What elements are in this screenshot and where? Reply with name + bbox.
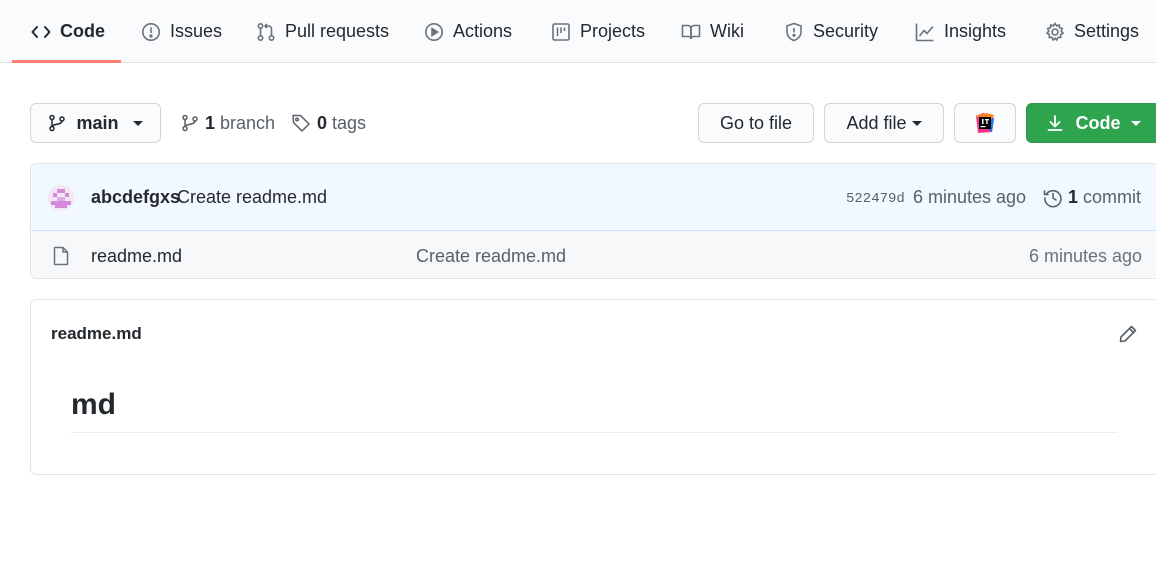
- tag-count: 0: [317, 112, 328, 133]
- file-time: 6 minutes ago: [1029, 246, 1143, 266]
- caret-down-icon: [1130, 120, 1141, 126]
- commit-history-link[interactable]: 1 commit: [1043, 187, 1141, 208]
- branch-count: 1: [205, 112, 216, 133]
- tab-code-label: Code: [60, 21, 105, 41]
- commit-message[interactable]: Create readme.md: [177, 187, 327, 208]
- commit-sha[interactable]: 522479d: [846, 191, 905, 207]
- file-name[interactable]: readme.md: [91, 246, 182, 267]
- commit-count: 1: [1068, 187, 1079, 207]
- latest-commit-row: abcdefgxs Create readme.md 522479d 6 min…: [31, 164, 1156, 231]
- tab-actions-label: Actions: [453, 21, 513, 41]
- code-clone-button[interactable]: Code: [1026, 103, 1156, 143]
- gear-icon: [1045, 21, 1065, 42]
- play-icon: [424, 22, 444, 42]
- readme-heading: md: [71, 388, 116, 421]
- tab-issues-label: Issues: [170, 21, 223, 41]
- tab-pull-requests[interactable]: Pull requests: [256, 0, 389, 63]
- tab-security[interactable]: Security: [784, 0, 878, 63]
- pencil-icon[interactable]: [1118, 324, 1138, 344]
- code-icon: [31, 22, 51, 42]
- history-icon: [1043, 188, 1063, 208]
- download-icon: [1046, 114, 1064, 132]
- tab-projects[interactable]: Projects: [551, 0, 645, 63]
- shield-icon: [784, 22, 804, 42]
- add-file-button[interactable]: Add file: [824, 103, 944, 143]
- git-branch-icon: [48, 114, 66, 132]
- heading-divider: [71, 432, 1118, 433]
- readme-box: readme.md md: [30, 299, 1156, 475]
- tab-settings-label: Settings: [1074, 21, 1140, 41]
- jetbrains-icon: [974, 112, 996, 134]
- tab-insights-label: Insights: [944, 21, 1007, 41]
- tab-code[interactable]: Code: [31, 0, 105, 63]
- ide-extension-button[interactable]: [954, 103, 1016, 143]
- branches-link[interactable]: 1 branch: [181, 110, 275, 136]
- tag-icon: [291, 113, 311, 133]
- tab-wiki[interactable]: Wiki: [681, 0, 744, 63]
- repo-nav: Code Issues Pull requests Actions Projec…: [0, 0, 1156, 63]
- branch-word: branch: [220, 112, 276, 133]
- avatar[interactable]: [48, 185, 74, 211]
- tab-issues[interactable]: Issues: [141, 0, 222, 63]
- code-clone-label: Code: [1075, 112, 1121, 133]
- book-icon: [681, 22, 701, 42]
- tab-pull-requests-label: Pull requests: [285, 21, 390, 41]
- readme-title[interactable]: readme.md: [51, 324, 142, 344]
- git-branch-icon: [181, 114, 199, 132]
- issue-icon: [141, 22, 161, 42]
- commit-time: 6 minutes ago: [913, 187, 1027, 207]
- pull-request-icon: [256, 22, 276, 42]
- tags-link[interactable]: 0 tags: [291, 110, 366, 136]
- caret-down-icon: [132, 120, 143, 126]
- caret-down-icon: [911, 120, 922, 126]
- go-to-file-button[interactable]: Go to file: [698, 103, 814, 143]
- tab-security-label: Security: [813, 21, 879, 41]
- commit-author[interactable]: abcdefgxs: [91, 187, 180, 208]
- go-to-file-label: Go to file: [719, 112, 793, 133]
- active-tab-indicator: [12, 60, 121, 63]
- tab-wiki-label: Wiki: [710, 21, 744, 41]
- tab-insights[interactable]: Insights: [915, 0, 1006, 63]
- tab-projects-label: Projects: [580, 21, 646, 41]
- file-row[interactable]: readme.md Create readme.md 6 minutes ago: [31, 231, 1156, 278]
- file-navigation-box: abcdefgxs Create readme.md 522479d 6 min…: [30, 163, 1156, 279]
- commit-word: commit: [1083, 187, 1142, 207]
- file-icon: [52, 246, 70, 266]
- add-file-label: Add file: [846, 112, 907, 133]
- file-commit-message[interactable]: Create readme.md: [416, 246, 566, 267]
- tab-actions[interactable]: Actions: [424, 0, 512, 63]
- branch-selector-button[interactable]: main: [30, 103, 161, 143]
- tag-word: tags: [332, 112, 367, 133]
- project-icon: [551, 22, 571, 42]
- graph-icon: [915, 22, 935, 42]
- branch-selector-label: main: [76, 112, 119, 133]
- tab-settings[interactable]: Settings: [1045, 0, 1139, 63]
